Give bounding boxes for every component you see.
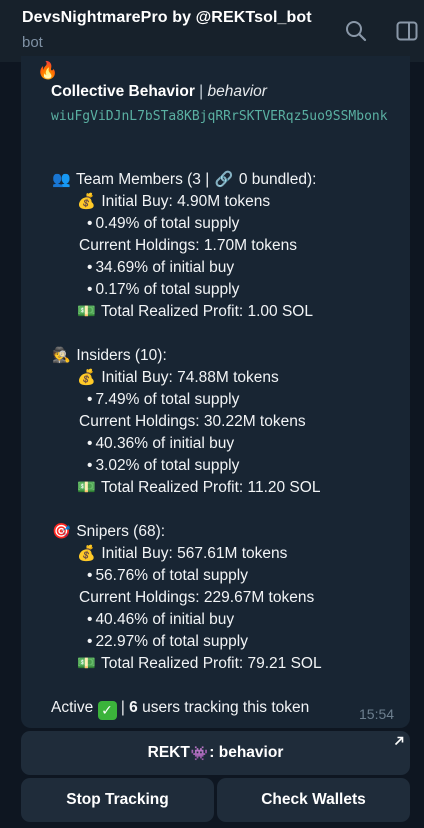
insiders-profit: 💵 Total Realized Profit: 11.20 SOL: [76, 478, 320, 498]
bullet: •: [87, 457, 93, 474]
snipers-holdings: Current Holdings: 229.67M tokens: [79, 589, 315, 606]
snipers-holdings-pct-supply: • 22.97% of total supply: [87, 632, 248, 652]
team-members-header: 👥 Team Members (3 | 🔗 0 bundled):: [51, 170, 316, 190]
search-icon[interactable]: [345, 20, 367, 42]
insiders-initial-buy: 💰 Initial Buy: 74.88M tokens: [76, 368, 279, 388]
insiders-initial-pct-text: 7.49% of total supply: [95, 391, 240, 408]
insiders-profit-text: Total Realized Profit: 11.20 SOL: [101, 479, 321, 496]
detective-icon: 🕵: [52, 347, 71, 364]
alien-icon: 👾: [190, 744, 209, 761]
link-icon: 🔗: [214, 171, 234, 188]
insiders-holdings: Current Holdings: 30.22M tokens: [79, 413, 306, 430]
team-holdings-pct-supply-text: 0.17% of total supply: [95, 281, 240, 298]
bullet: •: [87, 215, 93, 232]
chat-subtitle: bot: [22, 34, 43, 51]
external-link-icon: [394, 736, 404, 746]
team-header-text: Team Members (3 |: [76, 171, 214, 188]
title-italic: behavior: [207, 83, 267, 100]
team-initial-pct: • 0.49% of total supply: [87, 214, 239, 234]
insiders-holdings-pct-supply: • 3.02% of total supply: [87, 456, 239, 476]
insiders-holdings-pct-initial-text: 40.36% of initial buy: [95, 435, 235, 452]
snipers-holdings-pct-supply-text: 22.97% of total supply: [95, 633, 248, 650]
team-profit: 💵 Total Realized Profit: 1.00 SOL: [76, 302, 313, 322]
snipers-header: 🎯 Snipers (68):: [51, 522, 165, 542]
stop-tracking-button[interactable]: Stop Tracking: [21, 778, 214, 822]
team-holdings-pct-supply: • 0.17% of total supply: [87, 280, 239, 300]
money-icon: 💵: [77, 303, 96, 320]
money-icon: 💵: [77, 479, 96, 496]
bullet: •: [87, 633, 93, 650]
bullet: •: [87, 567, 93, 584]
money-icon: 💵: [77, 655, 96, 672]
money-bag-icon: 💰: [77, 545, 96, 562]
insiders-holdings-pct-supply-text: 3.02% of total supply: [95, 457, 240, 474]
insiders-initial-pct: • 7.49% of total supply: [87, 390, 239, 410]
team-header-tail: 0 bundled):: [234, 171, 317, 188]
title-separator: |: [194, 83, 208, 100]
team-initial-buy: 💰 Initial Buy: 4.90M tokens: [76, 192, 270, 212]
snipers-initial-buy-text: Initial Buy: 567.61M tokens: [101, 545, 288, 562]
title-bold: Collective Behavior: [51, 83, 195, 100]
bullet: •: [87, 435, 93, 452]
check-wallets-button[interactable]: Check Wallets: [217, 778, 410, 822]
message-time: 15:54: [359, 706, 395, 722]
snipers-holdings-pct-initial: • 40.46% of initial buy: [87, 610, 234, 630]
fire-emoji: 🔥: [37, 61, 59, 80]
team-holdings-pct-initial: • 34.69% of initial buy: [87, 258, 234, 278]
team-holdings-pct-initial-text: 34.69% of initial buy: [95, 259, 235, 276]
tracking-text: users tracking this token: [137, 699, 310, 716]
insiders-holdings-pct-initial: • 40.36% of initial buy: [87, 434, 234, 454]
bullet: •: [87, 281, 93, 298]
snipers-holdings-pct-initial-text: 40.46% of initial buy: [95, 611, 235, 628]
bullet: •: [87, 611, 93, 628]
side-panel-icon[interactable]: [396, 20, 418, 42]
snipers-header-text: Snipers (68):: [76, 523, 166, 540]
snipers-initial-buy: 💰 Initial Buy: 567.61M tokens: [76, 544, 287, 564]
token-address[interactable]: wiuFgViDJnL7bSTa8KBjqRRrSKTVERqz5uo9SSMb…: [35, 106, 405, 127]
target-icon: 🎯: [52, 523, 71, 540]
rekt-prefix: REKT: [147, 744, 190, 761]
tracking-count: 6: [129, 699, 138, 716]
snipers-initial-pct: • 56.76% of total supply: [87, 566, 248, 586]
active-status-line: Active ✓ | 6 users tracking this token: [51, 698, 309, 720]
bullet: •: [87, 391, 93, 408]
message-title: Collective Behavior | behavior: [51, 82, 267, 102]
team-initial-buy-text: Initial Buy: 4.90M tokens: [101, 193, 271, 210]
rekt-behavior-button[interactable]: REKT 👾: behavior: [21, 731, 410, 775]
rekt-suffix: : behavior: [209, 744, 284, 761]
team-icon: 👥: [52, 171, 71, 188]
snipers-profit: 💵 Total Realized Profit: 79.21 SOL: [76, 654, 322, 674]
bullet: •: [87, 259, 93, 276]
money-bag-icon: 💰: [77, 369, 96, 386]
team-initial-pct-text: 0.49% of total supply: [95, 215, 240, 232]
snipers-profit-text: Total Realized Profit: 79.21 SOL: [101, 655, 322, 672]
team-holdings: Current Holdings: 1.70M tokens: [79, 237, 297, 254]
chat-title[interactable]: DevsNightmarePro by @REKTsol_bot: [22, 9, 312, 27]
team-profit-text: Total Realized Profit: 1.00 SOL: [101, 303, 313, 320]
insiders-header-text: Insiders (10):: [76, 347, 167, 364]
insiders-initial-buy-text: Initial Buy: 74.88M tokens: [101, 369, 279, 386]
money-bag-icon: 💰: [77, 193, 96, 210]
snipers-initial-pct-text: 56.76% of total supply: [95, 567, 248, 584]
chat-header: DevsNightmarePro by @REKTsol_bot bot: [0, 0, 424, 62]
check-icon: ✓: [97, 701, 117, 720]
active-separator: |: [116, 699, 130, 716]
insiders-header: 🕵 Insiders (10):: [51, 346, 167, 366]
active-label: Active: [51, 699, 94, 716]
